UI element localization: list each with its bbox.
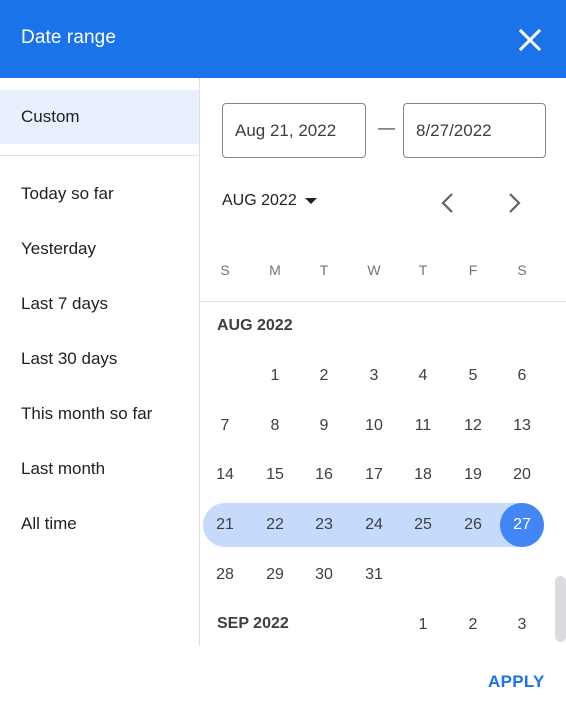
calendar-day[interactable]: 16 <box>302 453 346 497</box>
weekday-header: SMTWTFS <box>200 262 546 286</box>
calendar-day[interactable]: 1 <box>401 603 445 647</box>
calendar-day[interactable]: 29 <box>253 553 297 597</box>
calendar-day-in-range[interactable]: 23 <box>302 503 346 547</box>
close-button[interactable] <box>514 24 546 56</box>
next-month-button[interactable] <box>500 188 528 218</box>
month-section-label: SEP 2022 <box>217 614 289 632</box>
calendar-day-in-range[interactable]: 21 <box>203 503 247 547</box>
weekday-label: S <box>517 262 527 278</box>
calendar-day[interactable]: 20 <box>500 453 544 497</box>
calendar-day-in-range[interactable]: 24 <box>352 503 396 547</box>
calendar-day[interactable]: 6 <box>500 354 544 398</box>
calendar-day[interactable]: 14 <box>203 453 247 497</box>
caret-down-icon <box>304 198 317 204</box>
sidebar-item-last-30-days[interactable]: Last 30 days <box>0 331 199 386</box>
weekday-label: W <box>367 262 381 278</box>
preset-sidebar: Custom Today so far Yesterday Last 7 days L… <box>0 78 200 646</box>
calendar-day[interactable]: 15 <box>253 453 297 497</box>
calendar-day[interactable]: 10 <box>352 404 396 448</box>
preset-list: Today so far Yesterday Last 7 days Last 30 … <box>0 166 199 551</box>
end-date-input[interactable]: 8/27/2022 <box>403 103 546 158</box>
sidebar-item-custom[interactable]: Custom <box>0 90 199 144</box>
calendar-day[interactable]: 2 <box>302 354 346 398</box>
chevron-right-icon <box>509 193 521 213</box>
close-icon <box>518 28 542 52</box>
apply-button[interactable]: APPLY <box>482 668 551 696</box>
calendar-day[interactable]: 1 <box>253 354 297 398</box>
sidebar-divider <box>0 155 199 156</box>
calendar-day[interactable]: 3 <box>352 354 396 398</box>
calendar-day-in-range[interactable]: 27 <box>500 503 544 548</box>
calendar-day[interactable]: 8 <box>253 404 297 448</box>
calendar-day[interactable]: 17 <box>352 453 396 497</box>
calendar-day[interactable]: 9 <box>302 404 346 448</box>
calendar-day[interactable]: 11 <box>401 404 445 448</box>
chevron-left-icon <box>441 193 453 213</box>
month-year-select[interactable]: AUG 2022 <box>222 192 317 210</box>
calendar-day[interactable]: 4 <box>401 354 445 398</box>
sidebar-item-last-month[interactable]: Last month <box>0 441 199 496</box>
calendar-scrollbar[interactable] <box>555 576 566 642</box>
sidebar-item-this-month-so-far[interactable]: This month so far <box>0 386 199 441</box>
calendar-day[interactable]: 13 <box>500 404 544 448</box>
start-date-input[interactable]: Aug 21, 2022 <box>222 103 366 158</box>
calendar-day-in-range[interactable]: 26 <box>451 503 495 547</box>
calendar-day[interactable]: 18 <box>401 453 445 497</box>
weekday-label: T <box>319 262 329 278</box>
calendar-day[interactable]: 30 <box>302 553 346 597</box>
calendar-day[interactable]: 31 <box>352 553 396 597</box>
month-section-label: AUG 2022 <box>217 317 293 334</box>
range-separator: — <box>378 118 395 137</box>
dialog-title: Date range <box>21 27 117 48</box>
previous-month-button[interactable] <box>434 188 462 218</box>
calendar-day[interactable]: 28 <box>203 553 247 597</box>
calendar-grid: AUG 2022 1 2 3 4 5 6 7 8 9 10 11 12 13 14 15 16 17 18 19 20 2… <box>200 302 566 646</box>
calendar-day[interactable]: 5 <box>451 354 495 398</box>
sidebar-item-last-7-days[interactable]: Last 7 days <box>0 276 199 331</box>
calendar-day[interactable]: 3 <box>500 603 544 647</box>
calendar-day[interactable]: 2 <box>451 603 495 647</box>
sidebar-item-today-so-far[interactable]: Today so far <box>0 166 199 221</box>
calendar-day-in-range[interactable]: 22 <box>253 503 297 547</box>
weekday-label: T <box>418 262 428 278</box>
weekday-label: F <box>468 262 478 278</box>
weekday-label: M <box>269 262 281 278</box>
calendar-day-in-range[interactable]: 25 <box>401 503 445 547</box>
sidebar-item-yesterday[interactable]: Yesterday <box>0 221 199 276</box>
dialog-header: Date range <box>0 0 566 78</box>
calendar-day[interactable]: 19 <box>451 453 495 497</box>
calendar-day[interactable]: 7 <box>203 404 247 448</box>
weekday-label: S <box>220 262 230 278</box>
sidebar-item-all-time[interactable]: All time <box>0 496 199 551</box>
month-year-label: AUG 2022 <box>222 192 297 209</box>
calendar-day[interactable]: 12 <box>451 404 495 448</box>
